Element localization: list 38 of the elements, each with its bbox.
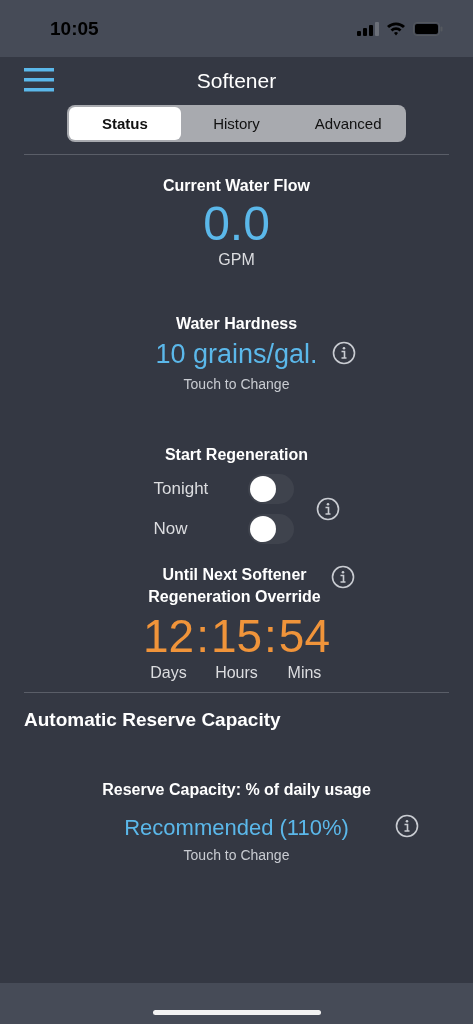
toggle-switch[interactable] (247, 514, 294, 544)
signal-icon (357, 21, 379, 36)
tab[interactable]: History (180, 107, 293, 140)
battery-icon (413, 21, 443, 36)
timer-unit-label: Days (150, 664, 187, 682)
info-icon[interactable] (394, 814, 419, 838)
timer-value: 15 (210, 609, 263, 664)
flow-value: 0.0 (203, 197, 270, 251)
timer-unit-label: Hours (215, 664, 258, 682)
timer-value: 54 (278, 609, 331, 664)
hardness-value[interactable]: 10 grains/gal. (155, 339, 318, 369)
section-title: Reserve Capacity: % of daily usage (102, 780, 371, 800)
tab[interactable]: Advanced (292, 107, 404, 140)
section-title: Regeneration Override (148, 587, 321, 607)
reserve-value[interactable]: Recommended (110%) (124, 815, 349, 840)
section-heading: Automatic Reserve Capacity (24, 709, 282, 731)
hint-text: Touch to Change (183, 847, 290, 863)
section-title: Until Next Softener (162, 565, 307, 585)
wifi-icon (386, 21, 406, 36)
screen-title: Softener (196, 69, 277, 93)
tab[interactable]: Status (69, 107, 181, 140)
clock-time: 10:05 (50, 17, 99, 40)
timer-unit-label: Mins (287, 664, 322, 682)
timer-separator: : (264, 609, 277, 664)
section-title: Start Regeneration (164, 445, 309, 465)
hint-text: Touch to Change (183, 376, 290, 392)
toggle-label: Now (153, 519, 188, 539)
toggle-switch[interactable] (247, 474, 294, 504)
menu-icon[interactable] (24, 67, 54, 93)
info-icon[interactable] (315, 497, 340, 521)
unit-label: GPM (218, 251, 255, 269)
info-icon[interactable] (330, 565, 355, 589)
section-title: Current Water Flow (163, 176, 310, 196)
section-title: Water Hardness (175, 314, 298, 334)
timer-separator: : (196, 609, 209, 664)
timer-value: 12 (142, 609, 195, 664)
info-icon[interactable] (331, 341, 356, 365)
toggle-label: Tonight (153, 479, 209, 499)
